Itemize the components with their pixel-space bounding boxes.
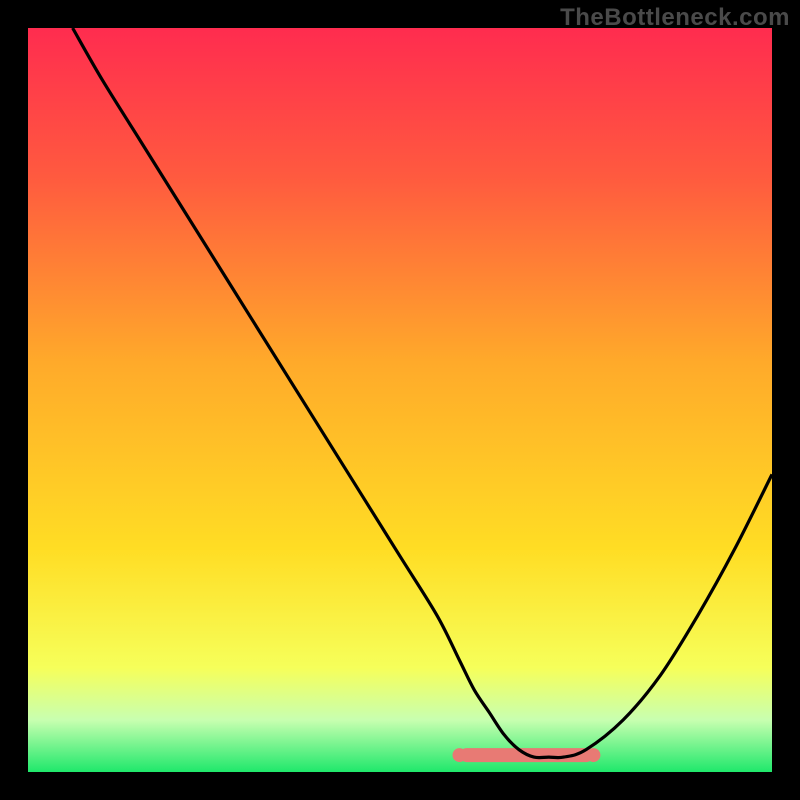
bottleneck-curve-svg — [28, 28, 772, 772]
optimal-range-dot-right — [586, 748, 600, 762]
plot-area — [28, 28, 772, 772]
chart-frame: TheBottleneck.com — [0, 0, 800, 800]
optimal-range-dot-left — [453, 748, 467, 762]
